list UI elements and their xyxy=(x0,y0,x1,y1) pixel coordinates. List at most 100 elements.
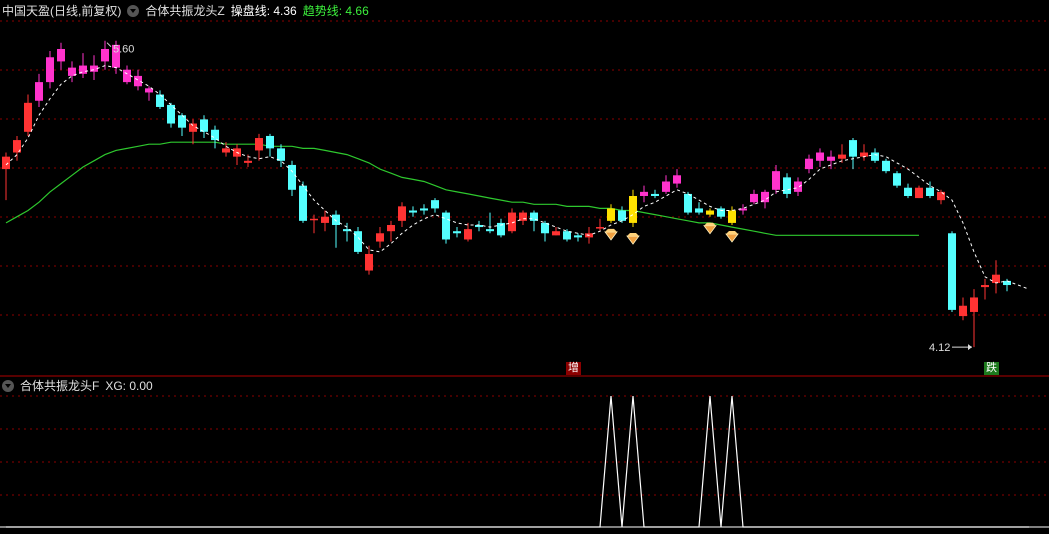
candle-body xyxy=(101,48,109,62)
candle-body xyxy=(607,208,615,221)
candle-body xyxy=(772,171,780,190)
diamond-markers xyxy=(604,222,739,245)
bottom-header: 合体共振龙头F XG: 0.00 xyxy=(2,377,153,395)
annotations: 5.60 4.12 xyxy=(106,42,972,354)
xg-grid xyxy=(0,395,1049,528)
candle-body xyxy=(552,231,560,236)
candle-body xyxy=(464,229,472,240)
candle-body xyxy=(805,158,813,170)
candle-body xyxy=(750,193,758,203)
price-grid xyxy=(0,20,1049,316)
candle-body xyxy=(57,48,65,62)
candle-body xyxy=(871,152,879,161)
candle-body xyxy=(882,160,890,172)
candle-body xyxy=(827,156,835,161)
candle-body xyxy=(24,102,32,132)
trend-line xyxy=(5,141,919,236)
xg-label: XG: xyxy=(105,379,127,393)
high-label: 5.60 xyxy=(113,44,134,56)
candle-body xyxy=(46,57,54,83)
candle-body xyxy=(255,138,263,151)
indicator-f-name[interactable]: 合体共振龙头F xyxy=(20,377,99,395)
stock-name[interactable]: 中国天盈 xyxy=(2,2,50,20)
die-badge: 跌 xyxy=(984,362,999,375)
candle-body xyxy=(618,210,626,221)
candle-body xyxy=(596,227,604,229)
trend-label: 趋势线: xyxy=(302,4,343,18)
candle-body xyxy=(970,297,978,312)
low-arrow xyxy=(968,344,972,351)
chart-canvas: 5.60 4.12 xyxy=(0,20,1049,528)
candle-body xyxy=(860,152,868,157)
candle-body xyxy=(816,152,824,161)
trend-value: 4.66 xyxy=(345,4,369,18)
candle-body xyxy=(486,229,494,232)
candle-body xyxy=(794,181,802,192)
candle-body xyxy=(728,210,736,223)
candle-body xyxy=(893,173,901,186)
candle-body xyxy=(2,156,10,170)
candle-body xyxy=(431,200,439,209)
candle-body xyxy=(640,191,648,196)
candle-body xyxy=(959,305,967,317)
diamond-icon xyxy=(605,228,617,232)
high-pointer xyxy=(106,42,112,48)
candle-body xyxy=(310,218,318,221)
candle-body xyxy=(156,94,164,107)
top-header: 中国天盈 (日线,前复权) 合体共振龙头Z 操盘线: 4.36 趋势线: 4.6… xyxy=(2,2,369,20)
xg-value: 0.00 xyxy=(129,379,153,393)
candle-body xyxy=(706,210,714,215)
candle-body xyxy=(508,212,516,232)
candle-body xyxy=(783,177,791,194)
candle-body xyxy=(299,185,307,221)
candle-body xyxy=(288,164,296,190)
indicator-name[interactable]: 合体共振龙头Z xyxy=(145,2,224,20)
diamond-icon xyxy=(626,235,640,245)
candle-body xyxy=(222,148,230,153)
candle-body xyxy=(651,193,659,196)
candle-body xyxy=(662,181,670,192)
zeng-badge: 增 xyxy=(566,362,581,375)
period-label: (日线,前复权) xyxy=(50,4,122,18)
candle-body xyxy=(684,193,692,213)
candle-body xyxy=(420,208,428,211)
candle-body xyxy=(695,208,703,213)
candle-body xyxy=(244,160,252,163)
candle-body xyxy=(321,216,329,223)
candle-body xyxy=(574,235,582,238)
chevron-down-icon[interactable] xyxy=(2,380,14,392)
candle-body xyxy=(178,115,186,128)
candle-body xyxy=(398,206,406,221)
candle-body xyxy=(211,129,219,141)
candle-body xyxy=(838,154,846,159)
diamond-icon xyxy=(725,233,739,243)
candle-body xyxy=(1003,280,1011,286)
candle-body xyxy=(453,231,461,234)
chevron-down-icon[interactable] xyxy=(127,5,140,17)
candle-body xyxy=(981,285,989,288)
candle-body xyxy=(387,224,395,232)
candle-body xyxy=(442,212,450,240)
candle-body xyxy=(35,82,43,101)
candle-body xyxy=(992,274,1000,283)
candle-body xyxy=(948,233,956,310)
candle-body xyxy=(849,140,857,157)
candles-group xyxy=(2,40,1011,348)
candle-body xyxy=(904,187,912,196)
candle-body xyxy=(563,231,571,240)
candle-body xyxy=(409,210,417,213)
candle-body xyxy=(629,196,637,223)
candle-body xyxy=(266,135,274,149)
candle-body xyxy=(926,187,934,196)
low-label: 4.12 xyxy=(929,342,950,354)
candle-body xyxy=(365,253,373,271)
candle-body xyxy=(915,187,923,199)
candle-body xyxy=(673,175,681,184)
diamond-icon xyxy=(627,233,639,237)
candle-body xyxy=(277,148,285,161)
diamond-icon xyxy=(726,230,738,234)
candle-body xyxy=(376,233,384,242)
candle-body xyxy=(937,191,945,201)
candle-body xyxy=(717,208,725,217)
operate-label: 操盘线: xyxy=(230,4,271,18)
